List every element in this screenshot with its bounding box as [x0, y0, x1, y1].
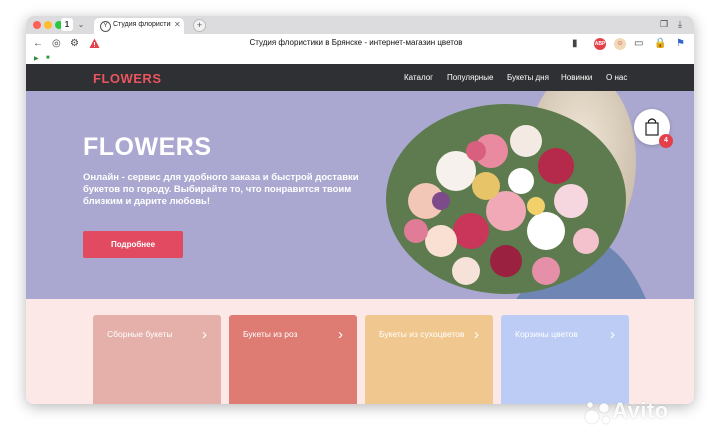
browser-window: 1 ⌄ Y Студия флористики в Б ✕ + ❐ ⤓ ← ◎ … — [26, 16, 694, 404]
tab-counter[interactable]: 1 — [61, 18, 73, 31]
avito-logo-icon — [584, 401, 611, 425]
chevron-right-icon: › — [338, 326, 343, 343]
minimize-window-button[interactable] — [44, 21, 52, 29]
category-card-baskets[interactable]: Корзины цветов › — [501, 315, 629, 404]
more-button[interactable]: Подробнее — [83, 231, 183, 258]
categories-section: Сборные букеты › Букеты из роз › Букеты … — [26, 299, 694, 404]
bookmark-icon[interactable]: ▮ — [572, 38, 578, 50]
category-card-roses[interactable]: Букеты из роз › — [229, 315, 357, 404]
page-title[interactable]: Студия флористики в Брянске - интернет-м… — [206, 38, 506, 47]
yandex-icon[interactable]: ◎ — [52, 38, 61, 50]
tab-bar: 1 ⌄ Y Студия флористики в Б ✕ + ❐ ⤓ — [26, 16, 694, 34]
category-card-dried[interactable]: Букеты из сухоцветов › — [365, 315, 493, 404]
lock-icon[interactable]: 🔒 — [654, 38, 666, 50]
tab-list-chevron-icon[interactable]: ⌄ — [75, 18, 87, 31]
bookmark-camera-icon[interactable]: ▶ — [34, 55, 39, 62]
nav-new[interactable]: Новинки — [561, 73, 592, 82]
adblock-extension-icon[interactable]: ABP — [594, 38, 606, 50]
battery-icon: ▭ — [634, 38, 644, 49]
category-label: Букеты из роз — [243, 329, 298, 339]
bouquet-image — [386, 91, 646, 299]
security-warning-icon[interactable] — [89, 38, 100, 53]
category-label: Корзины цветов — [515, 329, 578, 339]
tab-title: Студия флористики в Б — [113, 21, 171, 28]
category-label: Сборные букеты — [107, 329, 173, 339]
address-bar: ← ◎ ⚙ Студия флористики в Брянске - инте… — [26, 34, 694, 54]
nav-bouquets-of-day[interactable]: Букеты дня — [507, 73, 549, 82]
site-logo[interactable]: FLOWERS — [93, 71, 162, 86]
extension-avatar-icon[interactable]: ☺ — [614, 38, 626, 50]
translate-icon[interactable]: ⚑ — [676, 38, 685, 50]
bookmark-folder-icon[interactable]: ■ — [46, 55, 50, 61]
nav-about[interactable]: О нас — [606, 73, 627, 82]
settings-icon[interactable]: ⚙ — [70, 38, 79, 50]
category-label: Букеты из сухоцветов — [379, 329, 465, 339]
hero-banner: FLOWERS Онлайн - сервис для удобного зак… — [26, 91, 694, 299]
avito-watermark: Avito — [612, 398, 669, 423]
copy-icon[interactable]: ❐ — [660, 19, 668, 30]
download-icon[interactable]: ⤓ — [678, 19, 682, 30]
new-tab-button[interactable]: + — [193, 19, 206, 32]
tab-active[interactable]: Y Студия флористики в Б ✕ — [94, 18, 184, 34]
chevron-right-icon: › — [610, 326, 615, 343]
nav-catalog[interactable]: Каталог — [404, 73, 433, 82]
cart-count-badge: 4 — [659, 134, 673, 148]
close-tab-icon[interactable]: ✕ — [174, 20, 181, 29]
chevron-right-icon: › — [202, 326, 207, 343]
chevron-right-icon: › — [474, 326, 479, 343]
category-card-mixed[interactable]: Сборные букеты › — [93, 315, 221, 404]
hero-description: Онлайн - сервис для удобного заказа и бы… — [83, 172, 359, 207]
nav-popular[interactable]: Популярные — [447, 73, 493, 82]
yandex-favicon-icon: Y — [100, 21, 111, 32]
site-header: FLOWERS Каталог Популярные Букеты дня Но… — [26, 64, 694, 91]
close-window-button[interactable] — [33, 21, 41, 29]
hero-title: FLOWERS — [83, 133, 212, 161]
back-arrow-icon[interactable]: ← — [33, 38, 43, 50]
